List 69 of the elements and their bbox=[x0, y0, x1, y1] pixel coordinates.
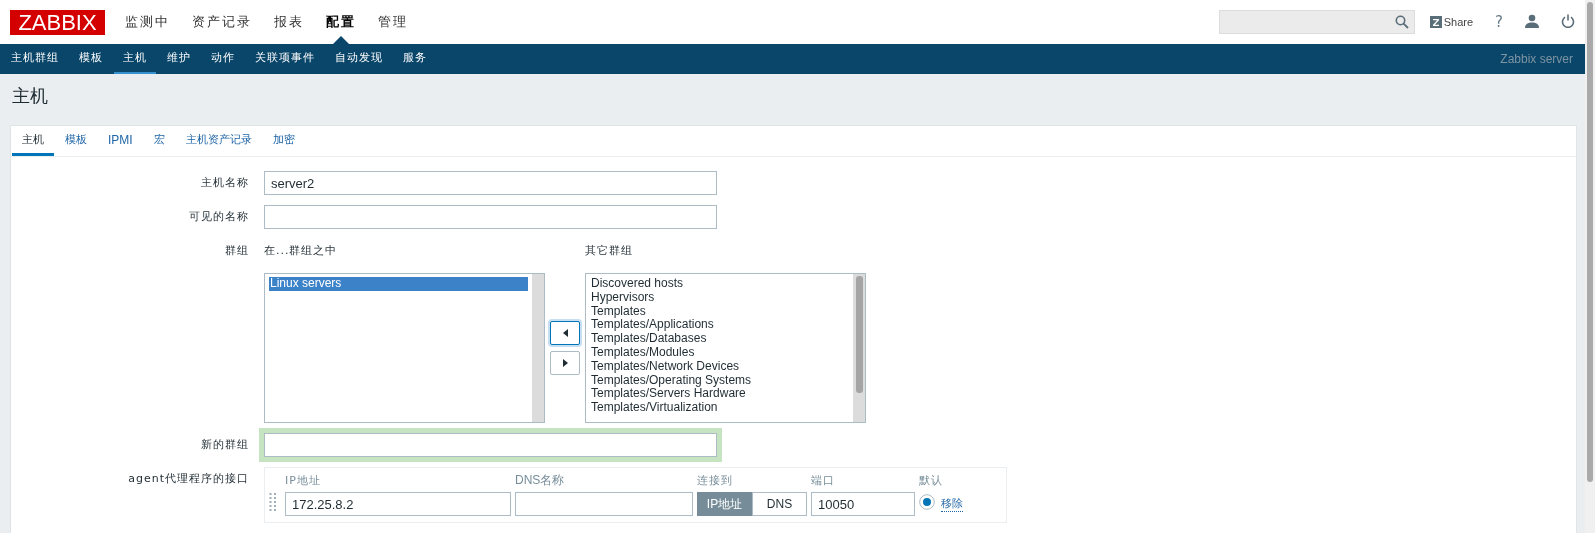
list-item[interactable]: Templates bbox=[590, 304, 647, 319]
search-field[interactable] bbox=[1218, 10, 1415, 34]
list-item[interactable]: Templates/Virtualization bbox=[590, 401, 719, 415]
z-logo-icon bbox=[1429, 16, 1442, 28]
nav-item[interactable]: 主机 bbox=[114, 44, 156, 74]
field-label: agent代理程序的接口 bbox=[127, 471, 249, 487]
list-label: 其它群组 bbox=[585, 243, 634, 259]
list-item[interactable]: Templates/Databases bbox=[590, 332, 708, 346]
tab[interactable]: 宏 bbox=[143, 126, 175, 156]
list-item[interactable]: Templates/Operating Systems bbox=[590, 373, 753, 388]
menu-item[interactable]: 资产记录 bbox=[184, 0, 260, 44]
input-field[interactable] bbox=[515, 492, 693, 516]
right-arrow-icon bbox=[560, 358, 570, 368]
scrollbar[interactable] bbox=[853, 274, 865, 422]
nav-item[interactable]: 服务 bbox=[394, 44, 436, 74]
field-label: 主机名称 bbox=[200, 175, 249, 191]
nav-item[interactable]: 维护 bbox=[158, 44, 200, 74]
zabbix-logo[interactable]: ZABBIX bbox=[10, 9, 105, 35]
group-listbox[interactable]: Linux servers bbox=[264, 273, 545, 423]
tab[interactable]: 模板 bbox=[55, 126, 97, 156]
menu-item[interactable]: 管理 bbox=[370, 0, 416, 44]
list-item[interactable]: Hypervisors bbox=[590, 290, 656, 305]
input-field[interactable]: 10050 bbox=[811, 492, 915, 516]
column-header: IP地址 bbox=[285, 472, 322, 489]
list-item[interactable]: Templates/Modules bbox=[590, 346, 696, 360]
nav-item[interactable]: 关联项事件 bbox=[246, 44, 324, 74]
list-label: 在...群组之中 bbox=[264, 243, 339, 259]
nav-item[interactable]: 自动发现 bbox=[326, 44, 392, 74]
column-header: 端口 bbox=[811, 472, 836, 489]
field-label: 可见的名称 bbox=[188, 209, 249, 225]
scrollbar[interactable] bbox=[532, 274, 544, 422]
toggle-option[interactable]: DNS bbox=[752, 492, 807, 516]
share-button[interactable]: Share bbox=[1429, 16, 1474, 28]
nav-item[interactable]: 动作 bbox=[202, 44, 244, 74]
search-icon[interactable] bbox=[1394, 15, 1409, 29]
remove-link[interactable]: 移除 bbox=[941, 496, 963, 512]
list-item[interactable]: Templates/Network Devices bbox=[590, 359, 741, 374]
nav-item[interactable]: 模板 bbox=[70, 44, 112, 74]
field-label: 群组 bbox=[224, 243, 249, 259]
menu-item[interactable]: 报表 bbox=[266, 0, 312, 44]
list-item[interactable]: Linux servers bbox=[269, 277, 528, 291]
column-header: 连接到 bbox=[697, 472, 734, 489]
column-header: DNS名称 bbox=[515, 472, 566, 489]
field-label: 新的群组 bbox=[200, 437, 249, 453]
column-header: 默认 bbox=[919, 472, 944, 489]
help-button[interactable]: ? bbox=[1495, 13, 1503, 31]
group-listbox[interactable] bbox=[585, 273, 866, 423]
menu-item[interactable]: 监测中 bbox=[117, 0, 178, 44]
move-button[interactable] bbox=[550, 321, 580, 345]
tab[interactable]: 加密 bbox=[262, 126, 305, 156]
input-field[interactable] bbox=[264, 205, 717, 229]
list-item[interactable]: Discovered hosts bbox=[590, 277, 685, 291]
page-title: 主机 bbox=[12, 84, 49, 108]
tab[interactable]: IPMI bbox=[98, 126, 143, 156]
server-name: Zabbix server bbox=[1500, 51, 1574, 68]
tab[interactable]: 主机资产记录 bbox=[175, 126, 262, 156]
scrollbar[interactable] bbox=[1585, 0, 1595, 533]
drag-handle-icon[interactable] bbox=[269, 493, 277, 511]
input-field[interactable] bbox=[264, 433, 717, 457]
power-icon[interactable] bbox=[1561, 13, 1575, 28]
input-field[interactable]: server2 bbox=[264, 171, 717, 195]
radio-button[interactable] bbox=[919, 494, 935, 510]
list-item[interactable]: Templates/Applications bbox=[590, 318, 715, 333]
nav-item[interactable]: 主机群组 bbox=[2, 44, 68, 74]
input-field[interactable]: 172.25.8.2 bbox=[285, 492, 511, 516]
list-item[interactable]: Templates/Servers Hardware bbox=[590, 387, 747, 402]
user-icon[interactable] bbox=[1525, 13, 1539, 28]
move-button[interactable] bbox=[550, 351, 580, 375]
tab[interactable]: 主机 bbox=[12, 126, 54, 156]
